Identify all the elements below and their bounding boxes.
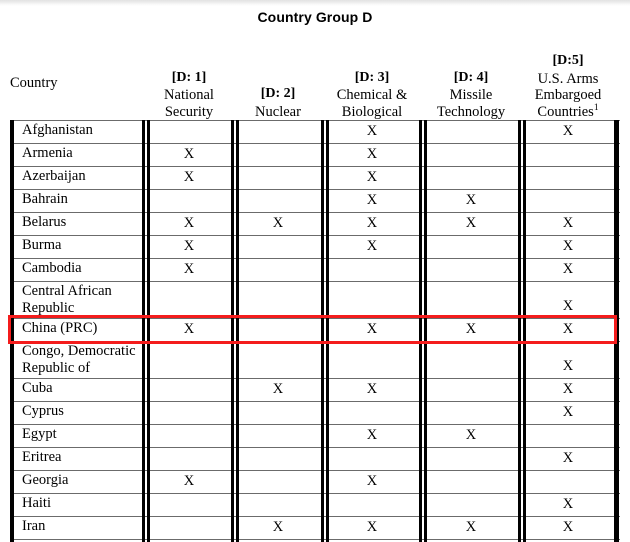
column-rule-0 [10,120,14,542]
column-header-band: Country [D: 1] National Security [D: 2] Nucl… [0,44,630,120]
country-name-cell: Cambodia [22,260,82,276]
table-row[interactable]: Georgia X X [10,471,620,494]
country-name-cell: Egypt [22,426,57,442]
cell-d5: X [562,519,574,535]
cell-d4: X [465,427,477,443]
country-group-d-table: Afghanistan X X Armenia X X Azerbaijan X X Bahrai… [10,120,620,542]
cell-d3: X [366,146,378,162]
country-name-cell: Burma [22,237,62,253]
table-row[interactable]: China (PRC) X X X X [10,319,620,342]
cell-d3: X [366,381,378,397]
country-name-cell: China (PRC) [22,320,98,336]
table-row[interactable]: Burma X X X [10,236,620,259]
column-header-country: Country [10,75,58,91]
table-row[interactable]: Bahrain X X [10,190,620,213]
table-row[interactable]: Cuba X X X [10,379,620,402]
cell-d2: X [272,519,284,535]
cell-d3: X [366,192,378,208]
cell-d1: X [183,146,195,162]
cell-d4: X [465,519,477,535]
cell-d3: X [366,473,378,489]
cell-d1: X [183,238,195,254]
table-row[interactable]: Afghanistan X X [10,120,620,144]
country-name-cell: Georgia [22,472,69,488]
column-rule-10 [523,120,526,542]
country-name-cell: Iran [22,518,46,534]
country-name-cell: Cuba [22,380,53,396]
cell-d3: X [366,427,378,443]
country-name-cell: Cyprus [22,403,64,419]
cell-d5: X [562,381,574,397]
column-rule-6 [326,120,329,542]
cell-d1: X [183,215,195,231]
country-name-cell: Armenia [22,145,73,161]
table-row[interactable]: Central African Republic X [10,282,620,319]
cell-d5: X [562,450,574,466]
top-edge-shading [0,0,630,6]
table-row[interactable]: Iran X X X X [10,517,620,540]
column-header-5: [D:5] U.S. Arms Embargoed Countries1 [498,53,630,120]
cell-d3: X [366,215,378,231]
cell-d5: X [562,358,574,374]
cell-d5: X [562,404,574,420]
column-name-line: Countries1 [537,102,599,120]
table-row[interactable]: Egypt X X [10,425,620,448]
cell-d4: X [465,192,477,208]
cell-d4: X [465,321,477,337]
table-row[interactable]: Azerbaijan X X [10,167,620,190]
country-name-cell: Congo, Democratic Republic of [22,343,136,376]
table-row[interactable]: Congo, Democratic Republic of X [10,342,620,379]
cell-d1: X [183,169,195,185]
column-rule-1 [142,120,145,542]
country-name-cell: Central African Republic [22,283,112,316]
cell-d1: X [183,261,195,277]
cell-d3: X [366,519,378,535]
cell-d3: X [366,169,378,185]
country-name-cell: Azerbaijan [22,168,86,184]
cell-d2: X [272,381,284,397]
cell-d5: X [562,321,574,337]
cell-d5: X [562,261,574,277]
cell-d5: X [562,123,574,139]
cell-d3: X [366,238,378,254]
column-rule-8 [424,120,427,542]
table-row[interactable]: Haiti X [10,494,620,517]
table-row[interactable]: Cambodia X X [10,259,620,282]
column-rule-3 [231,120,234,542]
cell-d1: X [183,321,195,337]
page-title: Country Group D [257,9,373,25]
column-rule-4 [236,120,239,542]
table-row[interactable]: Belarus X X X X X [10,213,620,236]
column-rule-7 [419,120,422,542]
table-body: Afghanistan X X Armenia X X Azerbaijan X X Bahrai… [10,120,620,542]
cell-d1: X [183,473,195,489]
column-code: [D: 1] [171,69,207,85]
table-row[interactable]: Armenia X X [10,144,620,167]
cell-d3: X [366,123,378,139]
column-rule-5 [321,120,324,542]
cell-d4: X [465,215,477,231]
country-name-cell: Belarus [22,214,67,230]
country-name-cell: Afghanistan [22,122,93,138]
cell-d5: X [562,215,574,231]
column-rule-2 [147,120,150,542]
country-name-cell: Haiti [22,495,51,511]
cell-d5: X [562,496,574,512]
cell-d5: X [562,238,574,254]
footnote-marker: 1 [593,102,599,113]
column-rule-9 [518,120,521,542]
cell-d3: X [366,321,378,337]
cell-d2: X [272,215,284,231]
cell-d5: X [562,298,574,314]
column-code: [D:5] [552,53,584,68]
table-row[interactable]: Cyprus X [10,402,620,425]
column-rule-11 [614,120,619,542]
country-name-cell: Bahrain [22,191,68,207]
table-row[interactable]: Eritrea X [10,448,620,471]
column-name-line: Embargoed [534,87,602,103]
country-name-cell: Eritrea [22,449,62,465]
column-name-line: U.S. Arms [537,70,599,87]
